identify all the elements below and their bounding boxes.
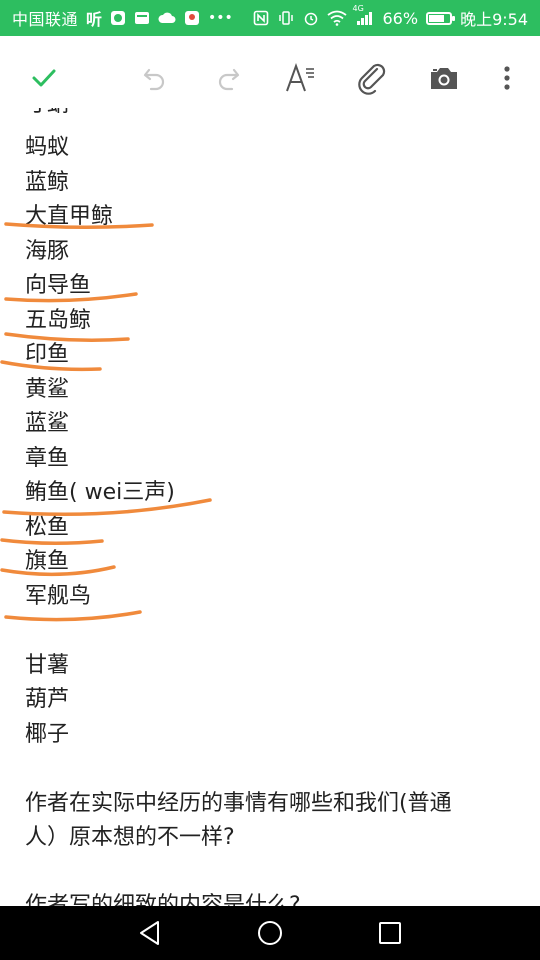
app-notification-icon: [110, 10, 126, 26]
note-question-2: 作者写的细致的内容是什么?: [25, 893, 301, 906]
note-question-1b: 人）原本想的不一样?: [25, 824, 235, 850]
note-body[interactable]: 寸蛸 蚂蚁 蓝鲸 大直甲鲸 海豚 向导鱼 五岛鲸 印鱼 黄鲨 蓝鲨 章鱼 鲔鱼(…: [0, 108, 540, 906]
clock: 晚上9:54: [460, 10, 528, 29]
note-line: 甘薯: [25, 652, 70, 678]
more-icon[interactable]: [485, 56, 529, 100]
note-line: 五岛鲸: [25, 307, 92, 333]
note-line: 葫芦: [25, 687, 70, 712]
note-line: 椰子: [25, 721, 70, 747]
message-notification-icon: [134, 10, 150, 26]
note-line: 大直甲鲸: [25, 204, 114, 229]
check-icon[interactable]: [22, 56, 66, 100]
carrier-label: 中国联通: [12, 10, 79, 29]
note-line: 蓝鲸: [25, 169, 70, 195]
note-question-1a: 作者在实际中经历的事情有哪些和我们(普通: [25, 790, 452, 816]
note-line: 印鱼: [25, 342, 70, 367]
vibrate-icon: [277, 10, 295, 26]
note-line: 蓝鲨: [25, 411, 70, 436]
alarm-icon: [303, 10, 319, 26]
note-line: 蚂蚁: [25, 135, 70, 160]
status-bar: 中国联通 听 ••• 4G 66% 晚上9:54: [0, 0, 540, 36]
battery-icon: [426, 11, 456, 25]
cloud-notification-icon: [158, 11, 176, 25]
note-line: 鲔鱼( wei三声): [25, 480, 175, 505]
undo-icon[interactable]: [133, 56, 177, 100]
more-notifications-icon: •••: [208, 10, 233, 26]
note-line: 黄鲨: [25, 376, 70, 402]
note-line: 松鱼: [25, 514, 70, 540]
nfc-icon: [253, 10, 269, 26]
home-icon[interactable]: [250, 913, 290, 953]
cellular-signal-icon: 4G: [353, 4, 375, 26]
battery-percent: 66%: [382, 8, 419, 28]
network-type-label: 4G: [352, 4, 364, 13]
note-line: 章鱼: [25, 445, 70, 471]
maps-notification-icon: [184, 10, 200, 26]
text-format-icon[interactable]: [278, 56, 322, 100]
back-icon[interactable]: [130, 913, 170, 953]
attachment-icon[interactable]: [350, 56, 394, 100]
recents-icon[interactable]: [370, 913, 410, 953]
hd-voice-label: 听: [86, 10, 103, 29]
note-line: 向导鱼: [25, 273, 92, 298]
navigation-bar: [0, 906, 540, 960]
redo-icon[interactable]: [206, 56, 250, 100]
note-line-cutoff: 寸蛸: [25, 108, 69, 122]
note-line: 旗鱼: [25, 549, 70, 574]
wifi-icon: [326, 10, 347, 26]
note-line: 军舰鸟: [25, 583, 92, 609]
note-line: 海豚: [25, 238, 70, 264]
camera-icon[interactable]: [422, 56, 466, 100]
